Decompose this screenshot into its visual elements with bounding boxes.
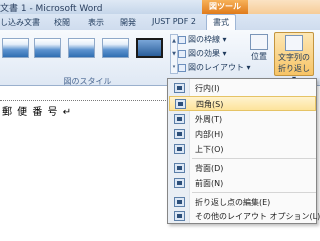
wrap-square-icon [175,99,186,109]
gallery-scrollbar[interactable]: ▲ ▼ ▾ [170,34,178,74]
menu-item-more-layout-options[interactable]: その他のレイアウト オプション(L)... [169,209,320,224]
tab-developer[interactable]: 開発 [120,17,136,28]
menu-item-top-bottom[interactable]: 上下(O) [169,142,316,157]
wrap-inline-icon [174,83,185,93]
layout-options-icon [174,211,185,221]
picture-style-thumb[interactable] [34,38,61,58]
menu-item-tight[interactable]: 外周(T) [169,112,316,127]
menu-item-through[interactable]: 内部(H) [169,127,316,142]
wrap-tight-icon [174,114,185,124]
text-wrap-menu: 行内(I) 四角(S) 外周(T) 内部(H) 上下(O) 背面(D) 前面(N… [167,78,320,224]
menu-separator [192,192,316,193]
menu-item-edit-wrap-points[interactable]: 折り返し点の編集(E) [169,195,316,210]
picture-style-thumb[interactable] [2,38,29,58]
tab-review[interactable]: 校閲 [54,17,70,28]
edit-wrap-points-icon [174,197,185,207]
picture-layout-icon [178,63,186,72]
wrap-through-icon [174,129,185,139]
menu-item-square[interactable]: 四角(S) [169,96,316,111]
picture-style-thumb[interactable] [102,38,129,58]
menu-item-in-front-of-text[interactable]: 前面(N) [169,176,316,191]
position-icon [250,34,268,50]
document-text: 郵 便 番 号 ↵ [2,107,73,118]
menu-item-inline[interactable]: 行内(I) [169,81,316,96]
picture-effects-icon [178,49,186,58]
picture-border-button[interactable]: 図の枠線 ▾ [178,34,227,45]
window-title: 文書 1 - Microsoft Word [0,4,103,14]
picture-styles-group-label: 図のスタイル [63,77,112,86]
scroll-down-icon[interactable]: ▼ [171,48,177,61]
tab-mailings[interactable]: し込み文書 [0,17,40,28]
text-wrap-icon [285,35,303,51]
gallery-more-icon[interactable]: ▾ [171,61,177,74]
scroll-up-icon[interactable]: ▲ [171,35,177,48]
tab-format[interactable]: 書式 [206,14,236,30]
wrap-behind-icon [174,163,185,173]
picture-effects-button[interactable]: 図の効果 ▾ [178,48,227,59]
position-button[interactable]: 位置 [244,32,274,76]
picture-border-icon [178,35,186,44]
picture-tools-band [248,0,320,14]
ruler [0,93,170,101]
tab-just-pdf[interactable]: JUST PDF 2 [152,17,196,26]
menu-item-behind-text[interactable]: 背面(D) [169,161,316,176]
menu-separator [192,158,316,159]
ribbon-tabs: し込み文書 校閲 表示 開発 JUST PDF 2 書式 [0,14,320,30]
wrap-top-bottom-icon [174,144,185,154]
title-bar: 文書 1 - Microsoft Word 図ツール [0,0,320,14]
text-wrap-button[interactable]: 文字列の 折り返し ▾ [274,32,314,83]
picture-tools-tab-group: 図ツール [202,0,248,14]
picture-style-thumb[interactable] [68,38,95,58]
tab-view[interactable]: 表示 [88,17,104,28]
picture-style-thumb-selected[interactable] [136,38,163,58]
wrap-front-icon [174,178,185,188]
picture-layout-button[interactable]: 図のレイアウト ▾ [178,62,251,73]
